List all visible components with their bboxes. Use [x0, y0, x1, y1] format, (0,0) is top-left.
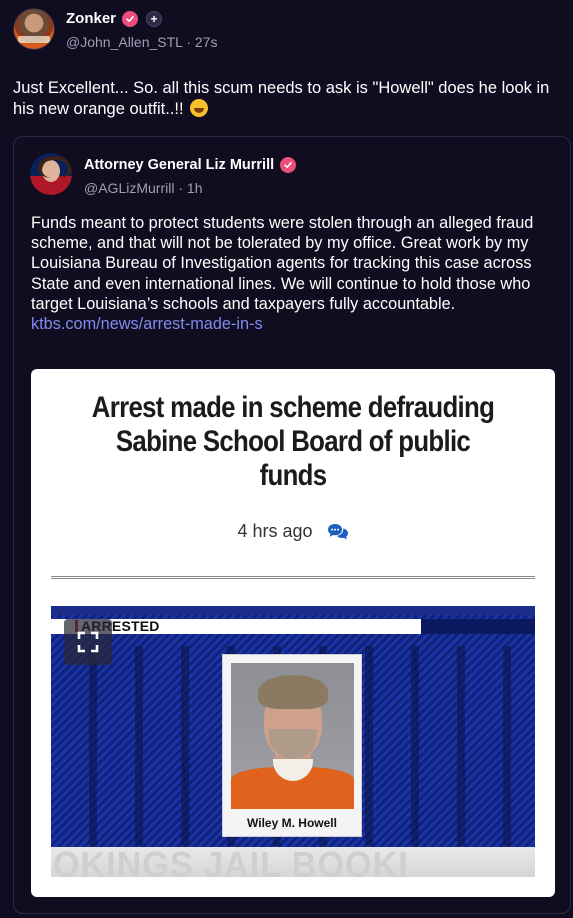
- quoted-author-meta: @AGLizMurrill · 1h: [84, 180, 202, 196]
- link-card-time: 4 hrs ago: [237, 521, 313, 541]
- quoted-author-handle[interactable]: @AGLizMurrill: [84, 180, 174, 196]
- author-handle[interactable]: @John_Allen_STL: [66, 34, 182, 50]
- author-meta: @John_Allen_STL · 27s: [66, 34, 217, 50]
- author-name[interactable]: Zonker: [66, 10, 116, 27]
- verified-icon: [280, 157, 297, 173]
- post: Zonker + @John_Allen_STL · 27s Just Exce…: [0, 0, 573, 918]
- arrested-banner-end: [421, 619, 535, 634]
- post-text: Just Excellent... So. all this scum need…: [13, 78, 565, 120]
- quoted-post-text: Funds meant to protect students were sto…: [31, 213, 551, 334]
- link-card-meta: 4 hrs ago: [31, 521, 555, 542]
- quoted-author-name[interactable]: Attorney General Liz Murrill: [84, 157, 274, 173]
- quoted-post-link[interactable]: ktbs.com/news/arrest-made-in-s: [31, 314, 551, 334]
- verified-icon: [122, 10, 139, 27]
- mugshot-frame: Wiley M. Howell: [222, 654, 362, 837]
- author-avatar[interactable]: [13, 8, 55, 50]
- quoted-post[interactable]: Attorney General Liz Murrill @AGLizMurri…: [13, 136, 571, 914]
- image-top-bar: [51, 606, 535, 615]
- quoted-author-row: Attorney General Liz Murrill: [84, 157, 297, 173]
- meta-separator: ·: [186, 34, 191, 50]
- link-card-image[interactable]: ARRESTED Wiley M. Howell OKINGS JAIL BOO…: [51, 606, 535, 877]
- comment-icon[interactable]: [327, 522, 349, 542]
- author-row: Zonker +: [66, 10, 163, 27]
- plus-badge-icon[interactable]: +: [146, 10, 163, 27]
- emoji-rofl-icon: [189, 99, 208, 117]
- quoted-post-body: Funds meant to protect students were sto…: [31, 214, 534, 313]
- jail-bookings-strip: OKINGS JAIL BOOKI: [51, 847, 535, 877]
- quoted-post-time[interactable]: 1h: [187, 180, 203, 196]
- meta-separator: ·: [178, 180, 184, 196]
- link-card-headline[interactable]: Arrest made in scheme defrauding Sabine …: [81, 391, 504, 493]
- link-card[interactable]: Arrest made in scheme defrauding Sabine …: [31, 369, 555, 897]
- mugshot-caption: Wiley M. Howell: [247, 816, 337, 830]
- mugshot-photo: [231, 663, 354, 809]
- post-time[interactable]: 27s: [195, 34, 218, 50]
- expand-image-button[interactable]: [64, 619, 112, 665]
- post-body: Just Excellent... So. all this scum need…: [13, 79, 550, 118]
- jail-bookings-text: OKINGS JAIL BOOKI: [53, 847, 409, 877]
- link-card-divider: [51, 576, 535, 579]
- expand-icon: [77, 631, 99, 653]
- quoted-author-avatar[interactable]: [30, 153, 72, 195]
